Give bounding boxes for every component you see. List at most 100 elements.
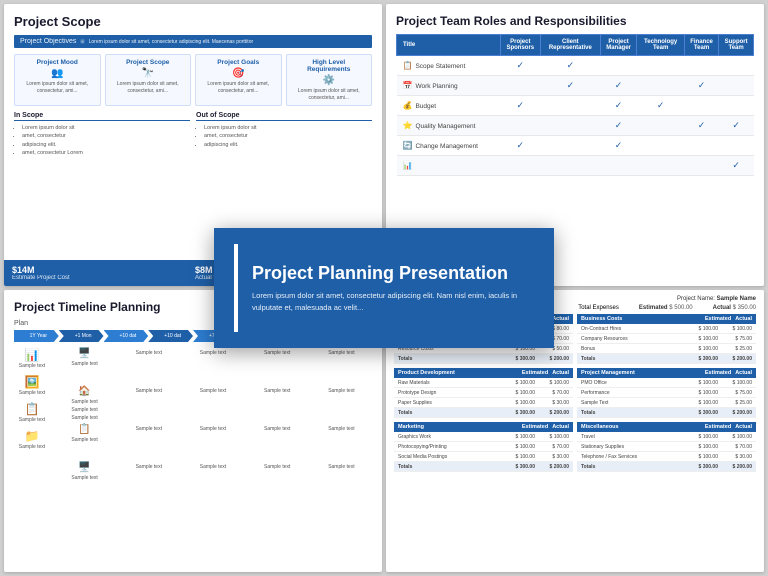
section-header: Product DevelopmentEstimatedActual bbox=[394, 368, 573, 378]
timeline-icon-label: Sample text bbox=[19, 363, 45, 369]
tl-cell: Sample text bbox=[182, 462, 243, 497]
check-cell: ✓ bbox=[600, 136, 637, 156]
col-support-team: SupportTeam bbox=[719, 35, 754, 56]
table-row: ⭐Quality Management ✓ ✓ ✓ bbox=[397, 116, 754, 136]
col-client-rep: ClientRepresentative bbox=[541, 35, 601, 56]
budget-row: Company Resources$ 100.00$ 75.00 bbox=[577, 334, 756, 344]
check-cell bbox=[637, 156, 684, 176]
timeline-icon: 📊 bbox=[25, 348, 40, 362]
check-cell: ✓ bbox=[500, 96, 541, 116]
objective-label: Project Objectives bbox=[20, 38, 76, 45]
scope-card-reqs: High Level Requirements ⚙️ Lorem ipsum d… bbox=[286, 54, 373, 106]
out-scope-section: Out of Scope Lorem ipsum dolor sit amet,… bbox=[196, 112, 372, 157]
budget-row: Travel$ 100.00$ 100.00 bbox=[577, 432, 756, 442]
tl-cell: Sample text bbox=[118, 462, 179, 497]
row-label: 📋Scope Statement bbox=[397, 56, 501, 76]
out-scope-list: Lorem ipsum dolor sit amet, consectetur … bbox=[196, 124, 372, 149]
budget-total-row: Totals$ 300.00$ 200.00 bbox=[394, 462, 573, 472]
overlay-title: Project Planning Presentation bbox=[252, 263, 534, 284]
check-cell bbox=[500, 76, 541, 96]
col-finance-team: FinanceTeam bbox=[684, 35, 718, 56]
in-scope-item: amet, consectetur Lorem bbox=[22, 149, 190, 157]
check-cell: ✓ bbox=[719, 116, 754, 136]
check-cell bbox=[500, 156, 541, 176]
check-cell: ✓ bbox=[684, 116, 718, 136]
budget-section-business: Business CostsEstimatedActual On-Contrac… bbox=[577, 314, 756, 364]
in-scope-title: In Scope bbox=[14, 112, 190, 121]
card-mood-text: Lorem ipsum dolor sit amet, consectetur,… bbox=[19, 81, 96, 94]
tl-cell: Sample text bbox=[118, 348, 179, 383]
row-label: 📊 bbox=[397, 156, 501, 176]
tl-cell: Sample text bbox=[118, 424, 179, 459]
card-mood-icon: 👥 bbox=[19, 68, 96, 79]
objective-bar: Project Objectives ⊞ Lorem ipsum dolor s… bbox=[14, 35, 372, 48]
budget-section-misc: MiscellaneousEstimatedActual Travel$ 100… bbox=[577, 422, 756, 472]
check-cell bbox=[684, 156, 718, 176]
check-cell: ✓ bbox=[600, 96, 637, 116]
scope-title: Project Scope bbox=[14, 14, 372, 29]
center-overlay: Project Planning Presentation Lorem ipsu… bbox=[214, 228, 554, 348]
check-cell: ✓ bbox=[541, 56, 601, 76]
table-row: 📊 ✓ bbox=[397, 156, 754, 176]
budget-total-row: Totals$ 300.00$ 200.00 bbox=[577, 354, 756, 364]
row-label: 🔄Change Management bbox=[397, 136, 501, 156]
tl-cell: Sample text bbox=[182, 348, 243, 383]
check-cell bbox=[600, 156, 637, 176]
check-cell: ✓ bbox=[637, 96, 684, 116]
check-cell: ✓ bbox=[600, 116, 637, 136]
timeline-icon-label: Sample text bbox=[19, 417, 45, 423]
check-cell bbox=[637, 76, 684, 96]
timeline-icon-row: 📊 Sample text bbox=[14, 348, 50, 369]
roles-table: Title ProjectSponsors ClientRepresentati… bbox=[396, 34, 754, 176]
scope-cards: Project Mood 👥 Lorem ipsum dolor sit ame… bbox=[14, 54, 372, 106]
budget-row: Graphics Work$ 100.00$ 100.00 bbox=[394, 432, 573, 442]
tl-cell: Sample text bbox=[247, 424, 308, 459]
check-cell: ✓ bbox=[500, 136, 541, 156]
col-project-manager: ProjectManager bbox=[600, 35, 637, 56]
estimated-col-header: Estimated $ 500.00 bbox=[639, 305, 693, 311]
budget-row: Bonus$ 100.00$ 25.00 bbox=[577, 344, 756, 354]
check-cell bbox=[719, 76, 754, 96]
timeline-icon-row: 📋 Sample text bbox=[14, 402, 50, 423]
budget-row: Performance$ 100.00$ 75.00 bbox=[577, 388, 756, 398]
check-cell: ✓ bbox=[500, 56, 541, 76]
budget-row: Social Media Postings$ 100.00$ 30.00 bbox=[394, 452, 573, 462]
budget-row: PMO Office$ 100.00$ 100.00 bbox=[577, 378, 756, 388]
section-header: MarketingEstimatedActual bbox=[394, 422, 573, 432]
check-cell bbox=[684, 136, 718, 156]
timeline-icon: 📋 bbox=[25, 402, 40, 416]
tl-cell: Sample text bbox=[118, 386, 179, 421]
card-reqs-text: Lorem ipsum dolor sit amet, consectetur,… bbox=[291, 88, 368, 101]
row-label: ⭐Quality Management bbox=[397, 116, 501, 136]
check-cell bbox=[637, 116, 684, 136]
section-header: Business CostsEstimatedActual bbox=[577, 314, 756, 324]
timeline-grid: 🖥️Sample text Sample text Sample text Sa… bbox=[54, 348, 372, 497]
card-reqs-title: High Level Requirements bbox=[291, 59, 368, 73]
tl-cell: Sample text bbox=[247, 462, 308, 497]
budget-row: Prototype Design$ 100.00$ 70.00 bbox=[394, 388, 573, 398]
scope-card-scope: Project Scope 🔭 Lorem ipsum dolor sit am… bbox=[105, 54, 192, 106]
objective-text: Lorem ipsum dolor sit amet, consectetur … bbox=[89, 39, 366, 45]
stat-cost: $14M Estimate Project Cost bbox=[12, 265, 191, 281]
out-scope-item: adipiscing elit. bbox=[204, 141, 372, 149]
budget-row: On-Contract Hires$ 100.00$ 100.00 bbox=[577, 324, 756, 334]
scope-card-mood: Project Mood 👥 Lorem ipsum dolor sit ame… bbox=[14, 54, 101, 106]
col-title: Title bbox=[397, 35, 501, 56]
timeline-body: 📊 Sample text 🖼️ Sample text 📋 Sample te… bbox=[14, 348, 372, 497]
check-cell: ✓ bbox=[719, 156, 754, 176]
tl-cell: Sample text bbox=[182, 386, 243, 421]
timeline-icon: 📁 bbox=[25, 429, 40, 443]
tl-cell: Sample text bbox=[311, 424, 372, 459]
overlay-bar bbox=[234, 244, 238, 332]
card-goals-title: Project Goals bbox=[200, 59, 277, 66]
check-cell bbox=[541, 116, 601, 136]
card-scope-title: Project Scope bbox=[110, 59, 187, 66]
check-cell: ✓ bbox=[541, 76, 601, 96]
budget-total-row: Totals$ 300.00$ 200.00 bbox=[394, 354, 573, 364]
budget-section-product: Product DevelopmentEstimatedActual Raw M… bbox=[394, 368, 573, 418]
row-label: 💰Budget bbox=[397, 96, 501, 116]
timeline-icon-label: Sample text bbox=[19, 444, 45, 450]
timeline-icon: 🖼️ bbox=[25, 375, 40, 389]
check-cell bbox=[637, 136, 684, 156]
card-reqs-icon: ⚙️ bbox=[291, 75, 368, 86]
